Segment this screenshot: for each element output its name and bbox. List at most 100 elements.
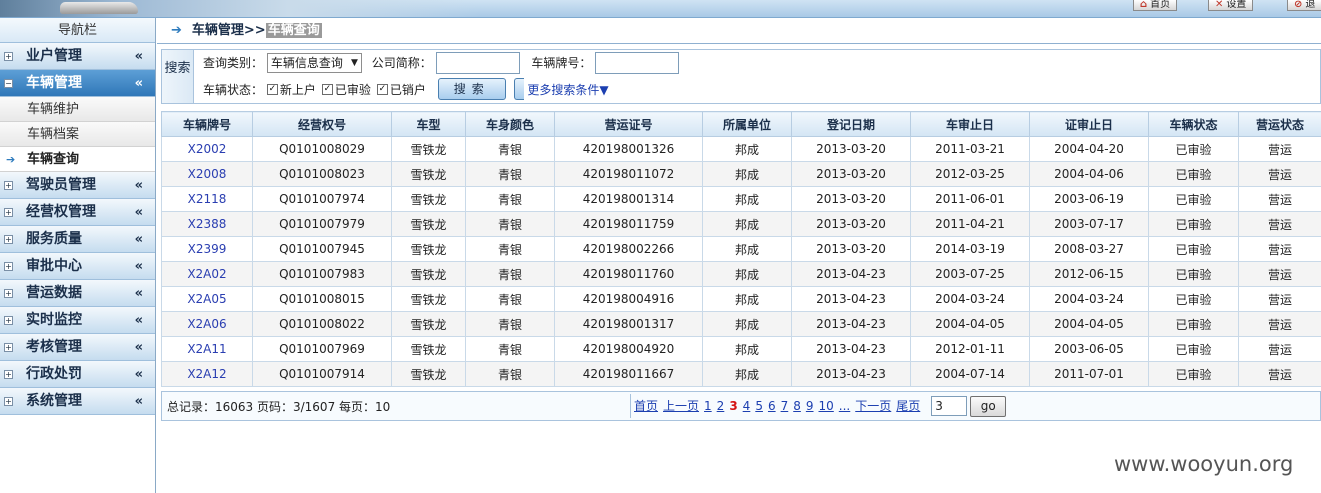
page-link-5[interactable]: 5 (755, 399, 763, 413)
top-home-button[interactable]: ⌂ 首页 (1133, 0, 1178, 11)
table-cell: 营运 (1238, 161, 1321, 187)
top-logout-button[interactable]: ⊘ 退 (1287, 0, 1321, 11)
double-chevron-icon[interactable]: « (135, 388, 144, 415)
sidebar-menu-10[interactable]: + 行政处罚 « (0, 361, 155, 388)
top-button-label: 首页 (1150, 0, 1171, 10)
sidebar-menu-4[interactable]: + 经营权管理 « (0, 199, 155, 226)
sidebar-menu-1[interactable]: + 业户管理 « (0, 43, 155, 70)
company-input[interactable] (435, 52, 520, 74)
expand-icon[interactable]: + (4, 289, 13, 298)
table-row[interactable]: X2008 Q0101008023 雪铁龙 青银 420198011072 邦成 2013-… (161, 161, 1321, 187)
sidebar-menu-label: 服务质量 (26, 231, 82, 247)
table-cell: 2004-04-05 (910, 311, 1030, 337)
status-checkbox-3[interactable]: ✓ (376, 84, 388, 95)
double-chevron-icon[interactable]: « (135, 280, 144, 307)
sidebar-menu-9[interactable]: + 考核管理 « (0, 334, 155, 361)
status-checkbox-2[interactable]: ✓ (321, 84, 333, 95)
double-chevron-icon[interactable]: « (135, 307, 144, 334)
table-row[interactable]: X2A06 Q0101008022 雪铁龙 青银 420198001317 邦成 2013-… (161, 311, 1321, 337)
status-checkbox-1[interactable]: ✓ (266, 84, 278, 95)
table-row[interactable]: X2399 Q0101007945 雪铁龙 青银 420198002266 邦成 2013-… (161, 236, 1321, 262)
table-row[interactable]: X2A11 Q0101007969 雪铁龙 青银 420198004920 邦成 2013-… (161, 336, 1321, 362)
query-type-select[interactable]: 车辆信息查询 ▼ (266, 53, 362, 73)
sidebar-menu-7[interactable]: + 营运数据 « (0, 280, 155, 307)
plate-link[interactable]: X2A11 (161, 336, 253, 362)
table-row[interactable]: X2002 Q0101008029 雪铁龙 青银 420198001326 邦成 2013-… (161, 136, 1321, 162)
plate-input[interactable] (595, 52, 680, 74)
page-link-1[interactable]: 1 (704, 399, 712, 413)
sidebar-menu-3[interactable]: + 驾驶员管理 « (0, 172, 155, 199)
table-cell: 已审验 (1148, 261, 1239, 287)
page-link-2[interactable]: 2 (717, 399, 725, 413)
table-cell: 420198011759 (554, 211, 703, 237)
page-link-10[interactable]: 10 (819, 399, 834, 413)
plate-link[interactable]: X2A06 (161, 311, 253, 337)
plate-link[interactable]: X2118 (161, 186, 253, 212)
company-label: 公司简称： (371, 56, 432, 70)
sidebar-menu-11[interactable]: + 系统管理 « (0, 388, 155, 415)
expand-icon[interactable]: + (4, 208, 13, 217)
more-conditions-link[interactable]: 更多搜索条件▼ (527, 79, 608, 101)
table-cell: 青银 (465, 361, 555, 387)
table-row[interactable]: X2A05 Q0101008015 雪铁龙 青银 420198004916 邦成 2013-… (161, 286, 1321, 312)
table-cell: Q0101008022 (252, 311, 392, 337)
double-chevron-icon[interactable]: « (135, 334, 144, 361)
top-settings-button[interactable]: ✕ 设置 (1208, 0, 1254, 11)
plate-link[interactable]: X2A02 (161, 261, 253, 287)
expand-icon[interactable]: + (4, 181, 13, 190)
page-link-4[interactable]: 4 (743, 399, 751, 413)
collapse-icon[interactable]: − (4, 79, 13, 88)
double-chevron-icon[interactable]: « (135, 226, 144, 253)
sidebar-subitem-3[interactable]: ➔ 车辆查询 (0, 147, 155, 172)
double-chevron-icon[interactable]: « (135, 172, 144, 199)
table-row[interactable]: X2118 Q0101007974 雪铁龙 青银 420198001314 邦成 2013-… (161, 186, 1321, 212)
more-conditions-tab[interactable] (513, 78, 524, 100)
breadcrumb-parent[interactable]: 车辆管理>> (192, 23, 266, 38)
more-pages-link[interactable]: ... (839, 399, 850, 413)
double-chevron-icon[interactable]: « (135, 253, 144, 280)
expand-icon[interactable]: + (4, 262, 13, 271)
next-page-link[interactable]: 下一页 (855, 399, 891, 413)
search-button[interactable]: 搜索 (437, 78, 506, 100)
table-row[interactable]: X2A02 Q0101007983 雪铁龙 青银 420198011760 邦成 2013-… (161, 261, 1321, 287)
page-link-9[interactable]: 9 (806, 399, 814, 413)
sidebar-menu-2[interactable]: − 车辆管理 « (0, 70, 155, 97)
prev-page-link[interactable]: 上一页 (663, 399, 699, 413)
expand-icon[interactable]: + (4, 343, 13, 352)
plate-link[interactable]: X2388 (161, 211, 253, 237)
last-page-link[interactable]: 尾页 (896, 399, 920, 413)
go-button[interactable]: go (970, 396, 1007, 417)
column-header: 登记日期 (791, 111, 911, 137)
plate-link[interactable]: X2002 (161, 136, 253, 162)
table-row[interactable]: X2A12 Q0101007914 雪铁龙 青银 420198011667 邦成 2013-… (161, 361, 1321, 387)
table-cell: 2004-03-24 (1029, 286, 1149, 312)
column-header: 车身颜色 (465, 111, 555, 137)
double-chevron-icon[interactable]: « (135, 70, 144, 97)
double-chevron-icon[interactable]: « (135, 361, 144, 388)
sidebar-subitem-2[interactable]: 车辆档案 (0, 122, 155, 147)
expand-icon[interactable]: + (4, 370, 13, 379)
plate-link[interactable]: X2A12 (161, 361, 253, 387)
sidebar-subitem-1[interactable]: 车辆维护 (0, 97, 155, 122)
double-chevron-icon[interactable]: « (135, 199, 144, 226)
plate-link[interactable]: X2008 (161, 161, 253, 187)
page-link-8[interactable]: 8 (793, 399, 801, 413)
table-cell: 邦成 (702, 161, 792, 187)
expand-icon[interactable]: + (4, 397, 13, 406)
page-link-6[interactable]: 6 (768, 399, 776, 413)
double-chevron-icon[interactable]: « (135, 43, 144, 70)
first-page-link[interactable]: 首页 (634, 399, 658, 413)
sidebar-menu-6[interactable]: + 审批中心 « (0, 253, 155, 280)
table-cell: 青银 (465, 261, 555, 287)
expand-icon[interactable]: + (4, 52, 13, 61)
sidebar-menu-5[interactable]: + 服务质量 « (0, 226, 155, 253)
expand-icon[interactable]: + (4, 316, 13, 325)
sidebar-menu-8[interactable]: + 实时监控 « (0, 307, 155, 334)
plate-link[interactable]: X2399 (161, 236, 253, 262)
page-link-7[interactable]: 7 (781, 399, 789, 413)
search-panel: 搜索 查询类别： 车辆信息查询 ▼ 公司简称： 车辆牌号： 车辆状态： ✓ 新上户 ✓… (161, 49, 1321, 104)
table-row[interactable]: X2388 Q0101007979 雪铁龙 青银 420198011759 邦成 2013-… (161, 211, 1321, 237)
page-number-input[interactable]: 3 (931, 396, 968, 416)
expand-icon[interactable]: + (4, 235, 13, 244)
plate-link[interactable]: X2A05 (161, 286, 253, 312)
